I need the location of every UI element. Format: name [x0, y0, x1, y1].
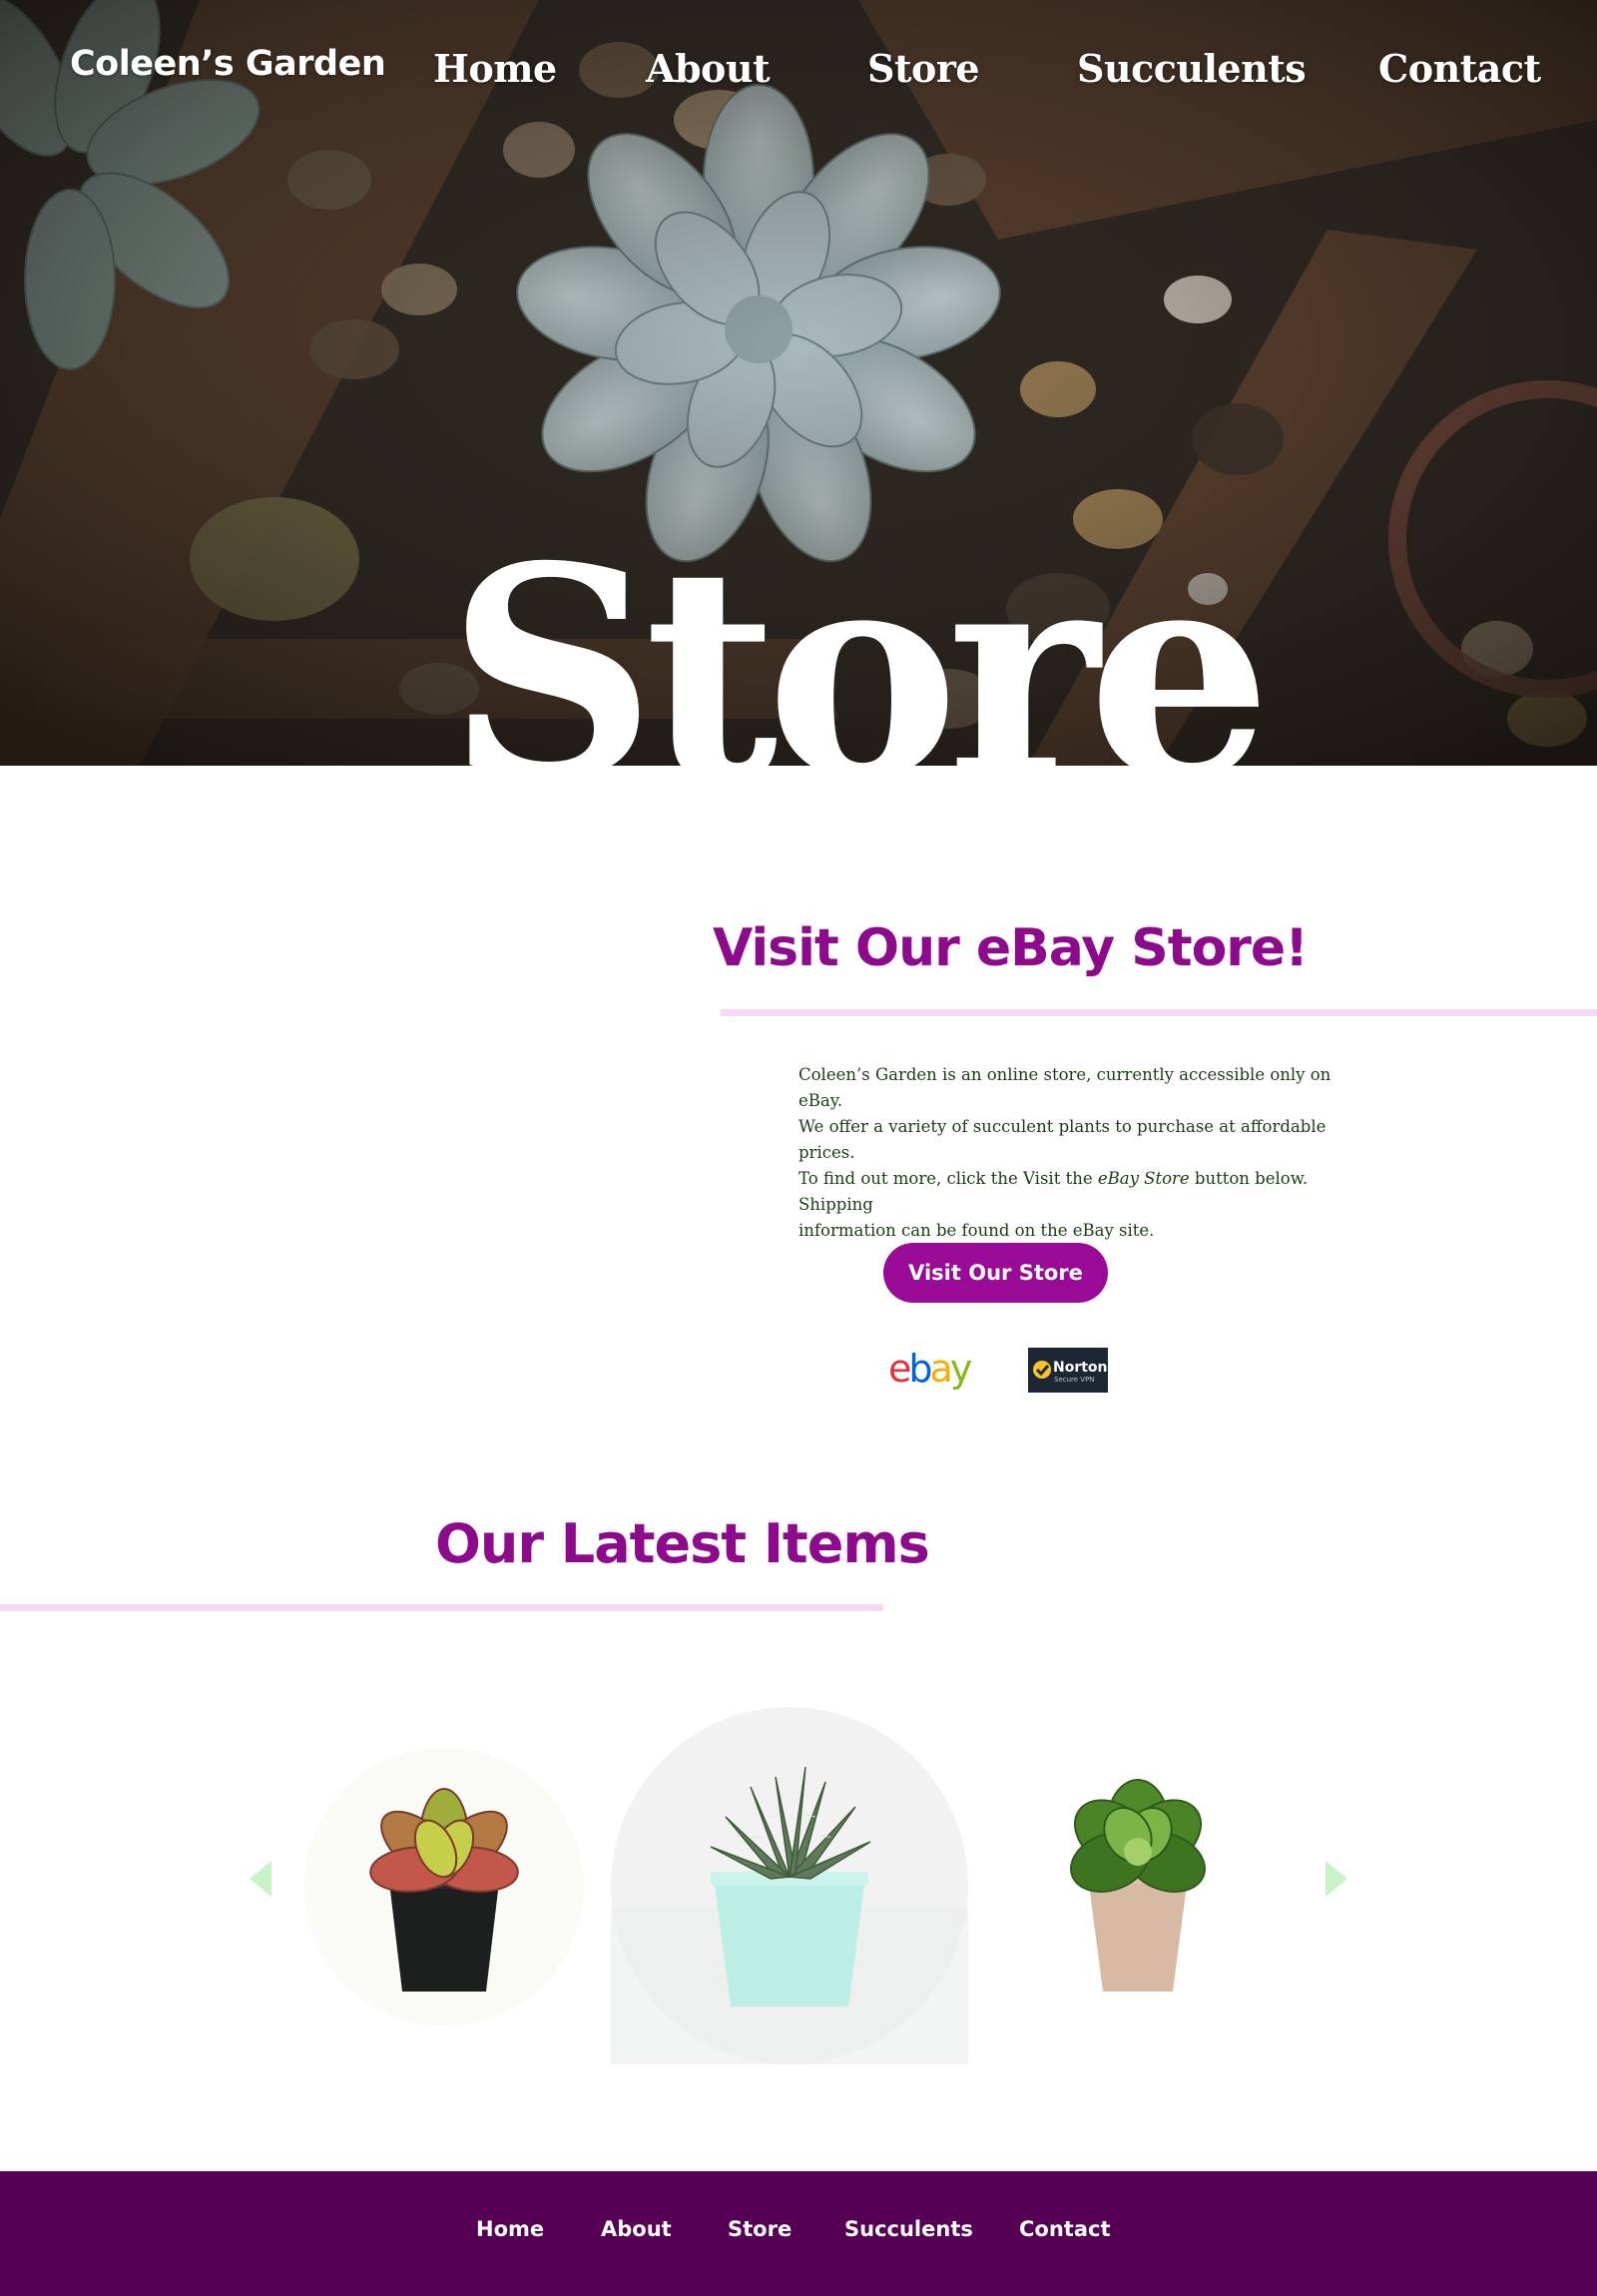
- ebay-description-line-4: information can be found on the eBay sit…: [798, 1221, 1155, 1240]
- nav-contact[interactable]: Contact: [1378, 46, 1541, 91]
- ebay-logo[interactable]: ebay: [886, 1348, 986, 1392]
- ebay-description-line-3: To find out more, click the Visit the eB…: [798, 1169, 1309, 1214]
- hero-title: Store: [447, 504, 1272, 766]
- carousel-item-red-succulent[interactable]: [304, 1737, 584, 2026]
- carousel-item-green-succulent[interactable]: [1033, 1757, 1243, 1997]
- latest-items-divider: [0, 1604, 883, 1611]
- ebay-description-line-1: Coleen’s Garden is an online store, curr…: [798, 1065, 1331, 1110]
- nav-home[interactable]: Home: [433, 46, 557, 91]
- svg-text:Norton: Norton: [1053, 1360, 1108, 1376]
- top-navigation: Home About Store Succulents Contact: [0, 46, 1597, 96]
- ebay-description-line-2: We offer a variety of succulent plants t…: [798, 1117, 1327, 1162]
- nav-store[interactable]: Store: [867, 46, 980, 91]
- svg-text:Secure VPN: Secure VPN: [1054, 1376, 1095, 1384]
- footer-nav-store[interactable]: Store: [728, 2217, 792, 2241]
- triangle-right-icon[interactable]: [1326, 1861, 1347, 1897]
- site-footer: Home About Store Succulents Contact: [0, 2171, 1597, 2296]
- latest-items-heading: Our Latest Items: [435, 1512, 930, 1575]
- carousel-item-haworthia[interactable]: [611, 1707, 968, 2064]
- triangle-left-icon[interactable]: [250, 1861, 271, 1897]
- footer-nav-succulents[interactable]: Succulents: [844, 2217, 973, 2241]
- ebay-store-emphasis: eBay Store: [1097, 1169, 1190, 1188]
- nav-about[interactable]: About: [646, 46, 771, 91]
- norton-logo[interactable]: Norton Secure VPN: [1028, 1348, 1108, 1393]
- ebay-section-heading: Visit Our eBay Store!: [713, 918, 1309, 978]
- footer-nav-about[interactable]: About: [601, 2217, 672, 2241]
- svg-text:ebay: ebay: [888, 1348, 972, 1391]
- visit-our-store-button[interactable]: Visit Our Store: [883, 1243, 1108, 1303]
- nav-succulents[interactable]: Succulents: [1077, 46, 1307, 91]
- ebay-description: Coleen’s Garden is an online store, curr…: [798, 1062, 1357, 1244]
- ebay-heading-divider: [721, 1009, 1597, 1016]
- hero-banner: Coleen’s Garden Home About Store Succule…: [0, 0, 1597, 766]
- footer-nav-home[interactable]: Home: [476, 2217, 544, 2241]
- footer-nav-contact[interactable]: Contact: [1019, 2217, 1111, 2241]
